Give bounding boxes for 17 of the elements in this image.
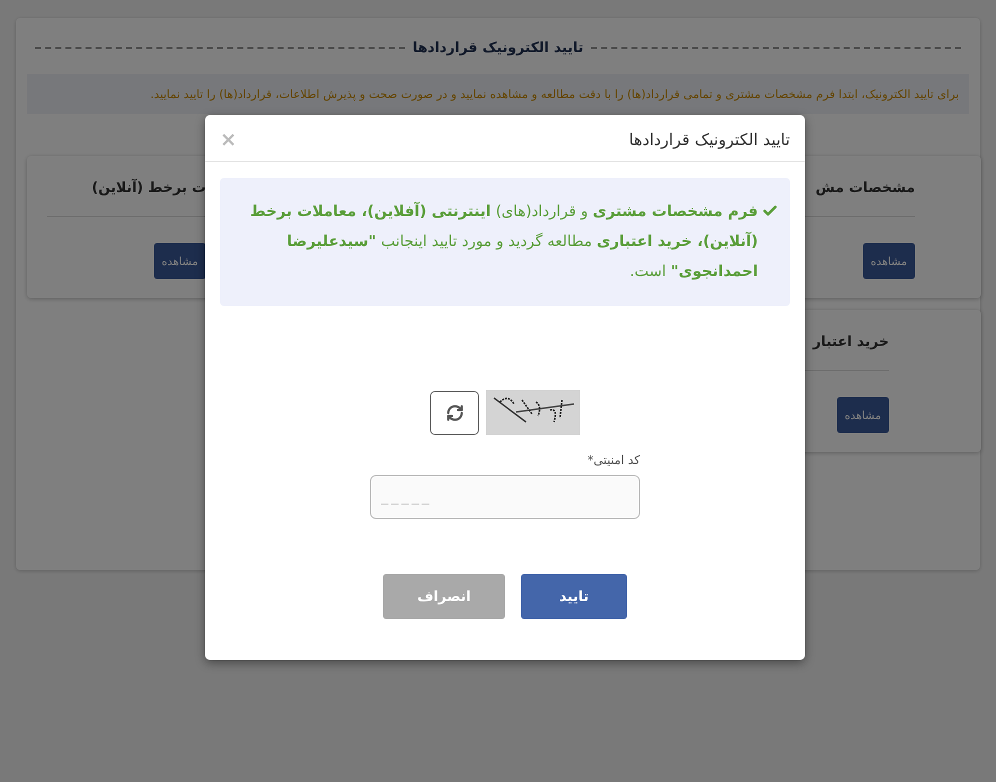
close-button[interactable]: × (220, 129, 237, 149)
confirm-button[interactable]: تایید (521, 574, 627, 619)
section-title: تایید الکترونیک قراردادها (412, 40, 584, 56)
view-button[interactable]: مشاهده (862, 243, 915, 279)
security-code-field[interactable]: _____ (370, 475, 640, 519)
cancel-button[interactable]: انصراف (383, 574, 505, 619)
field-label: کد امنیتی* (586, 453, 640, 467)
card-title: مشخصات مش (816, 180, 915, 196)
notice: برای تایید الکترونیک، ابتدا فرم مشخصات مشتری و تمامی قرارداد(ها) را با دقت مطالعه و مشاهده نمایید و در صورت صحت و پذیرش اطلاعات، قرارداد(ها) را تایید نمایید. (27, 74, 969, 114)
view-button[interactable]: مشاهده (836, 397, 889, 433)
card-title: ت برخط (آنلاین) (92, 180, 206, 196)
refresh-button[interactable] (430, 390, 479, 434)
dialog-title: تایید الکترونیک قراردادها (629, 130, 790, 148)
refresh-icon (446, 404, 464, 422)
card-title: خرید اعتبار (812, 334, 889, 350)
view-button[interactable]: مشاهده (154, 243, 206, 279)
confirmation-message: فرم مشخصات مشتری و قرارداد(های) اینترنتی (آفلاین)، معاملات برخط (آنلاین)، خرید اعتباری مطالعه گردید و مورد تایید اینجانب "سیدعلیرضا احمدانجوی" است. (249, 200, 758, 282)
